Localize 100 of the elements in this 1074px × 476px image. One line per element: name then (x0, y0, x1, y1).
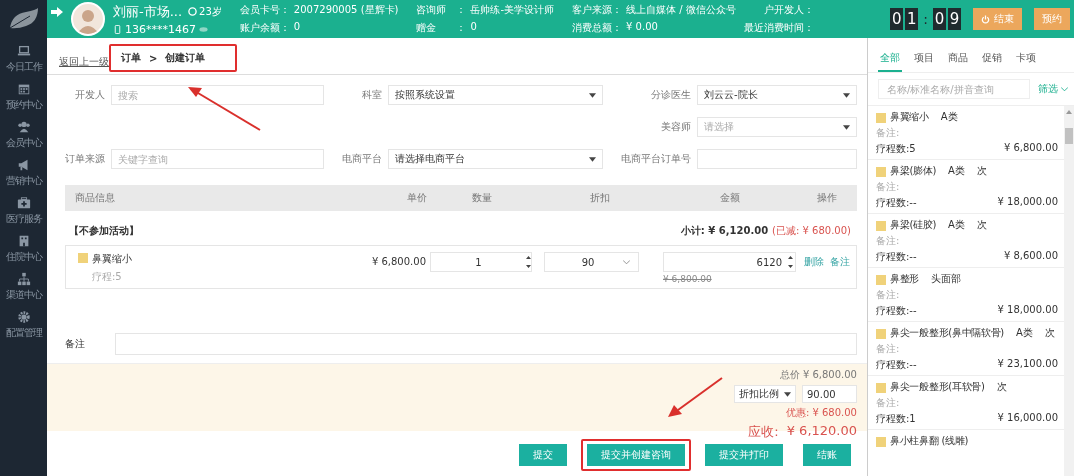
sidebar-item[interactable]: 住院中心 (0, 234, 47, 272)
group-title: 【不参加活动】 (69, 224, 139, 238)
discount-mode-dropdown[interactable]: 折扣比例 (734, 385, 796, 403)
product-icon (876, 166, 886, 177)
scrollbar-thumb[interactable] (1065, 128, 1073, 144)
catalog-tab[interactable]: 卡项 (1014, 51, 1038, 72)
item-note: 备注: (876, 234, 901, 248)
subtotal: 小计: ¥ 6,120.00 (680, 224, 769, 238)
item-course: 疗程数:-- (876, 304, 917, 318)
breadcrumb-item: 创建订单 (165, 51, 206, 65)
info-label: 最近消费时间： (743, 21, 814, 35)
phone-icon (113, 24, 122, 34)
info-value: 0 (470, 21, 477, 34)
column-header: 商品信息 (74, 191, 116, 205)
eye-icon[interactable] (199, 24, 208, 34)
breadcrumb-item[interactable]: 订单 (121, 51, 141, 65)
item-name: 鼻小柱鼻翻 (线雕) (890, 434, 968, 448)
caret-icon (589, 92, 596, 98)
back-link[interactable]: 返回上一级 (59, 55, 109, 69)
sidebar-item[interactable]: 预约中心 (0, 82, 47, 120)
item-price: ¥ 8,600.00 (1003, 250, 1058, 263)
column-header: 单价 (406, 191, 427, 205)
breadcrumb-separator: > (149, 52, 158, 64)
text-field[interactable] (697, 149, 857, 169)
dropdown-field[interactable]: 请选择电商平台 (388, 149, 603, 169)
column-header: 操作 (816, 191, 838, 205)
dropdown-field[interactable]: 刘云云-院长 (697, 85, 857, 105)
chevron-icon (1061, 86, 1068, 92)
chevron-icon (623, 259, 630, 265)
product-course: 疗程:5 (92, 270, 123, 284)
arrow-right-icon[interactable] (51, 6, 63, 18)
power-icon (981, 14, 990, 24)
catalog-tab[interactable]: 促销 (980, 51, 1004, 72)
item-note: 备注: (876, 288, 901, 302)
item-price: ¥ 16,000.00 (997, 412, 1058, 425)
hierarchy-icon (16, 272, 31, 286)
column-header: 金额 (718, 191, 741, 205)
item-tag: A类 (948, 218, 965, 232)
item-tag: 次 (976, 164, 987, 178)
catalog-tab[interactable]: 商品 (946, 51, 970, 72)
sidebar-item[interactable]: 渠道中心 (0, 272, 47, 310)
amount-field[interactable]: 6120 (663, 252, 796, 272)
info-label: 户开发人： (763, 3, 814, 17)
item-tag: 头面部 (931, 272, 962, 286)
item-tag: 次 (1044, 326, 1055, 340)
item-tag: 次 (976, 218, 987, 232)
info-value: 2007290005 (星辉卡) (293, 3, 399, 17)
item-price: ¥ 23,100.00 (997, 358, 1058, 371)
info-label: 消费总额： (572, 21, 623, 35)
dropdown-field[interactable]: 按照系统设置 (388, 85, 603, 105)
item-course: 疗程数:1 (876, 412, 916, 426)
info-value: 线上自媒体 / 微信公众号 (626, 3, 736, 17)
sidebar-item[interactable]: 配置管理 (0, 310, 47, 348)
info-label: 账户余额： (239, 21, 290, 35)
item-name: 鼻整形 (890, 272, 920, 286)
sidebar-item[interactable]: 今日工作 (0, 44, 47, 82)
item-course: 疗程数:-- (876, 196, 917, 210)
search-field[interactable]: 名称/标准名称/拼音查询 (878, 79, 1030, 99)
text-field[interactable]: 关键字查询 (111, 149, 324, 169)
item-note: 备注: (876, 342, 901, 356)
caret-icon (784, 391, 791, 397)
info-label: 会员卡号： (239, 3, 290, 17)
reduced-amount: (已减: ¥ 680.00) (772, 224, 851, 238)
sidebar-item[interactable]: 会员中心 (0, 120, 47, 158)
laptop-icon (16, 44, 31, 58)
quantity-field[interactable]: 1 (430, 252, 532, 272)
item-price: ¥ 18,000.00 (997, 304, 1058, 317)
item-course: 疗程数:5 (876, 142, 916, 156)
sidebar-item[interactable]: 医疗服务 (0, 196, 47, 234)
column-header: 数量 (471, 191, 493, 205)
item-note: 备注: (876, 396, 901, 410)
discount-dropdown[interactable]: 90 (544, 252, 639, 272)
product-icon (876, 220, 886, 231)
caret-icon (843, 92, 850, 98)
spinner-icon[interactable] (788, 255, 793, 269)
discount-value-field[interactable]: 90.00 (802, 385, 857, 403)
field-label: 分诊医生 (650, 88, 691, 102)
unit-price: ¥ 6,800.00 (370, 255, 426, 267)
amount-due: ¥ 6,120.00 (786, 423, 857, 440)
item-tag: A类 (948, 164, 965, 178)
calendar-icon (16, 82, 31, 96)
text-field[interactable]: 搜索 (111, 85, 324, 105)
field-label: 开发人 (74, 88, 105, 102)
product-icon (876, 112, 886, 123)
info-label: 赠金 ： (416, 21, 467, 35)
field-label: 电商平台 (341, 152, 382, 166)
timer-separator: : (923, 11, 928, 27)
catalog-tab[interactable]: 项目 (912, 51, 936, 72)
scroll-up-icon[interactable] (1066, 110, 1072, 114)
remarks-label: 备注 (65, 337, 85, 351)
discount-amount: 优惠: ¥ 680.00 (785, 406, 857, 420)
caret-icon (589, 156, 596, 162)
product-icon (876, 436, 886, 447)
item-name: 鼻翼缩小 (890, 110, 929, 124)
item-name: 鼻梁(膨体) (890, 164, 936, 178)
remarks-field[interactable] (115, 333, 857, 355)
field-label: 电商平台订单号 (620, 152, 691, 166)
sidebar-item[interactable]: 营销中心 (0, 158, 47, 196)
spinner-icon[interactable] (526, 255, 531, 269)
original-price: ¥ 6,800.00 (663, 274, 713, 284)
